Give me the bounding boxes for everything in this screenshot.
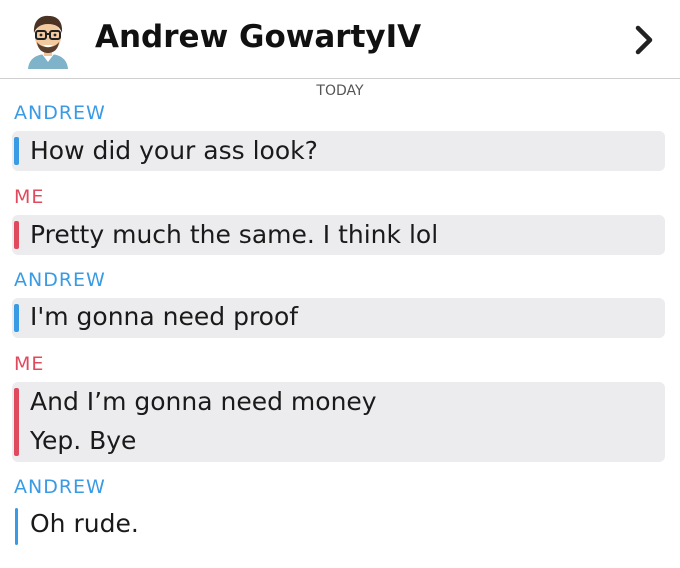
- message-text: I'm gonna need proof: [30, 302, 299, 331]
- sender-color-bar: [15, 508, 18, 545]
- message-text: How did your ass look?: [30, 136, 318, 165]
- message-bubble[interactable]: And I’m gonna need money Yep. Bye: [12, 382, 665, 462]
- avatar-icon[interactable]: [20, 11, 76, 69]
- contact-name[interactable]: Andrew GowartyIV: [95, 19, 421, 55]
- sender-label: ANDREW: [14, 102, 106, 124]
- sender-color-bar: [14, 137, 19, 165]
- message-text: Oh rude.: [30, 509, 139, 538]
- sender-label: ANDREW: [14, 269, 106, 291]
- message-bubble[interactable]: How did your ass look?: [12, 131, 665, 171]
- sender-label: ME: [14, 353, 45, 375]
- sender-color-bar: [14, 388, 19, 456]
- message-text: Pretty much the same. I think lol: [30, 220, 439, 249]
- sender-label: ME: [14, 186, 45, 208]
- message-text: Yep. Bye: [30, 426, 137, 455]
- sender-color-bar: [14, 221, 19, 249]
- message-text: And I’m gonna need money: [30, 387, 377, 416]
- sender-color-bar: [14, 304, 19, 332]
- message-bubble[interactable]: Oh rude.: [12, 505, 665, 545]
- sender-label: ANDREW: [14, 476, 106, 498]
- date-divider: TODAY: [316, 83, 364, 99]
- message-bubble[interactable]: Pretty much the same. I think lol: [12, 215, 665, 255]
- chevron-right-icon[interactable]: [628, 22, 660, 58]
- chat-header: Andrew GowartyIV: [0, 0, 680, 79]
- message-bubble[interactable]: I'm gonna need proof: [12, 298, 665, 338]
